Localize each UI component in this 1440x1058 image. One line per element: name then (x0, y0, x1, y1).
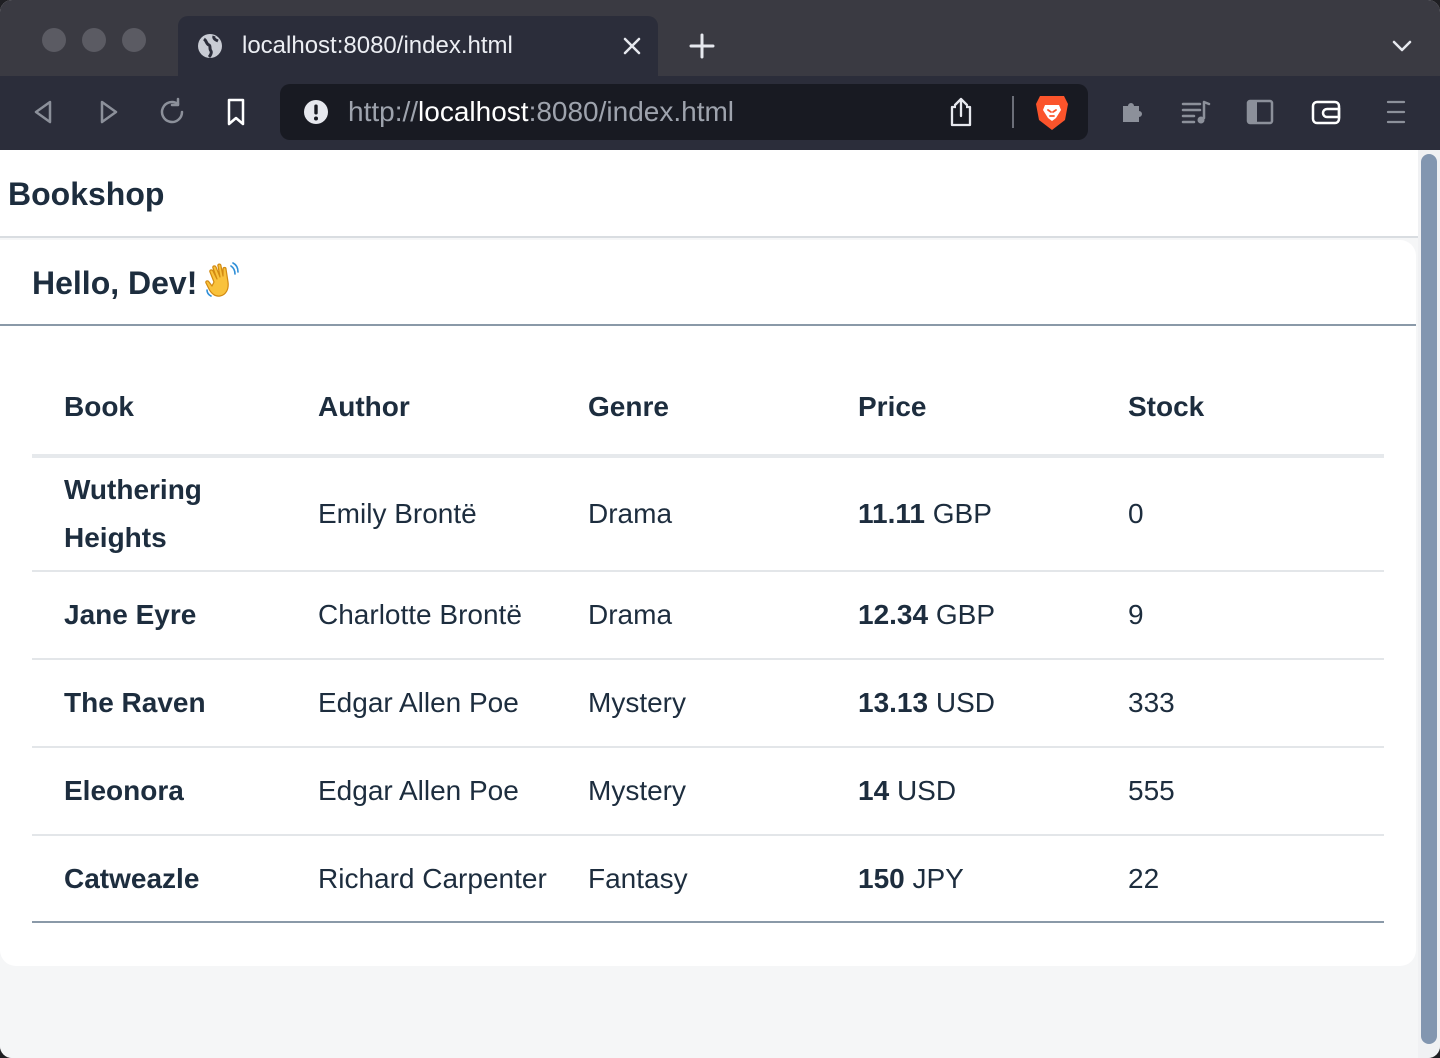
tab-active[interactable]: localhost:8080/index.html (178, 16, 658, 76)
price-currency: JPY (912, 862, 964, 894)
table-row[interactable]: Wuthering Heights Emily Brontë Drama 11.… (32, 456, 1384, 572)
address-bar[interactable]: http://localhost:8080/index.html (280, 84, 1088, 140)
genre-cell: Fantasy (556, 835, 826, 923)
author-cell: Edgar Allen Poe (286, 659, 556, 748)
price-currency: GBP (935, 599, 995, 630)
url-host: localhost (418, 96, 529, 127)
back-icon[interactable] (28, 96, 60, 128)
reload-icon[interactable] (156, 96, 188, 128)
author-cell: Edgar Allen Poe (286, 747, 556, 836)
author-cell: Charlotte Brontë (286, 571, 556, 660)
menu-icon[interactable] (1380, 96, 1412, 128)
price-cell: 13.13 USD (826, 659, 1096, 748)
tab-strip: localhost:8080/index.html (0, 0, 1440, 76)
price-cell: 12.34 GBP (826, 571, 1096, 660)
price-currency: GBP (932, 498, 992, 529)
table-header-row: Book Author Genre Price Stock (32, 360, 1384, 458)
genre-cell: Drama (556, 456, 826, 572)
sidebar-icon[interactable] (1244, 96, 1276, 128)
waving-hand-icon (205, 262, 240, 297)
table-row[interactable]: Jane Eyre Charlotte Brontë Drama 12.34 G… (32, 571, 1384, 660)
stock-cell: 0 (1096, 456, 1384, 572)
genre-cell: Drama (556, 571, 826, 660)
table-row[interactable]: The Raven Edgar Allen Poe Mystery 13.13 … (32, 659, 1384, 748)
books-table: Book Author Genre Price Stock Wuthering … (32, 360, 1384, 923)
price-amount: 11.11 (858, 498, 925, 529)
stock-cell: 333 (1096, 659, 1384, 748)
card-header: Hello, Dev! (0, 240, 1416, 326)
book-title-cell: Wuthering Heights (32, 456, 286, 572)
author-cell: Richard Carpenter (286, 835, 556, 923)
book-title-cell: The Raven (32, 659, 286, 748)
share-icon[interactable] (946, 96, 976, 128)
column-header-price[interactable]: Price (826, 360, 1096, 458)
page-content: Bookshop Hello, Dev! Book Author Genre P… (0, 150, 1418, 1058)
forward-icon[interactable] (92, 96, 124, 128)
chevron-down-icon[interactable] (1390, 36, 1414, 56)
book-title-cell: Eleonora (32, 747, 286, 836)
minimize-window-button[interactable] (82, 28, 106, 52)
url-path: :8080/index.html (528, 96, 735, 127)
stock-cell: 555 (1096, 747, 1384, 836)
author-cell: Emily Brontë (286, 456, 556, 572)
price-amount: 12.34 (858, 599, 929, 630)
price-amount: 14 (858, 775, 890, 806)
price-currency: USD (896, 775, 957, 806)
stock-cell: 22 (1096, 835, 1384, 923)
divider (1012, 96, 1014, 128)
close-tab-icon[interactable] (620, 34, 644, 58)
greeting-title: Hello, Dev! (32, 262, 240, 302)
tab-title: localhost:8080/index.html (242, 32, 513, 59)
browser-toolbar: http://localhost:8080/index.html (0, 76, 1440, 150)
new-tab-icon[interactable] (688, 32, 716, 60)
price-amount: 150 (858, 862, 905, 894)
column-header-genre[interactable]: Genre (556, 360, 826, 458)
scrollbar-thumb[interactable] (1421, 154, 1437, 1044)
table-row[interactable]: Catweazle Richard Carpenter Fantasy 150 … (32, 835, 1384, 923)
bookmark-icon[interactable] (220, 96, 252, 128)
column-header-book[interactable]: Book (32, 360, 286, 458)
genre-cell: Mystery (556, 659, 826, 748)
price-amount: 13.13 (858, 687, 929, 718)
genre-cell: Mystery (556, 747, 826, 836)
greeting-text: Hello, Dev! (32, 265, 198, 301)
books-card: Hello, Dev! Book Author Genre Price Stoc… (0, 240, 1416, 966)
price-cell: 150 JPY (826, 835, 1096, 923)
playlist-icon[interactable] (1180, 96, 1212, 128)
price-cell: 11.11 GBP (826, 456, 1096, 572)
browser-window: localhost:8080/index.html http://localho… (0, 0, 1440, 1058)
price-currency: USD (935, 687, 995, 718)
table-row[interactable]: Eleonora Edgar Allen Poe Mystery 14 USD … (32, 747, 1384, 836)
brave-shield-icon[interactable] (1034, 92, 1070, 132)
url-text: http://localhost:8080/index.html (348, 96, 734, 128)
app-title: Bookshop (8, 176, 165, 212)
app-header: Bookshop (0, 150, 1418, 238)
column-header-stock[interactable]: Stock (1096, 360, 1384, 458)
stock-cell: 9 (1096, 571, 1384, 660)
wallet-icon[interactable] (1310, 96, 1342, 128)
zoom-window-button[interactable] (122, 28, 146, 52)
column-header-author[interactable]: Author (286, 360, 556, 458)
close-window-button[interactable] (42, 28, 66, 52)
book-title-cell: Jane Eyre (32, 571, 286, 660)
book-title-cell: Catweazle (32, 835, 286, 923)
site-info-icon[interactable] (302, 98, 330, 126)
price-cell: 14 USD (826, 747, 1096, 836)
url-scheme: http:// (348, 96, 419, 127)
globe-icon (198, 34, 222, 59)
extensions-icon[interactable] (1116, 96, 1148, 128)
